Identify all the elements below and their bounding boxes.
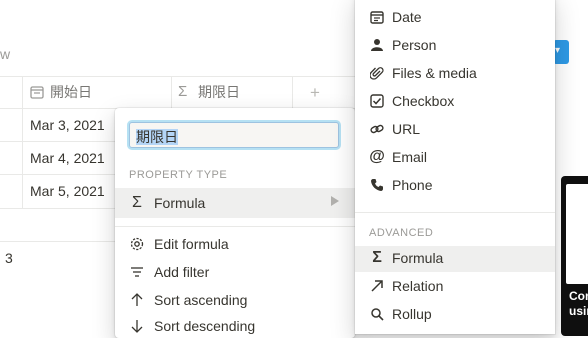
property-type-value: Formula <box>154 195 206 211</box>
sort-ascending-button[interactable]: Sort ascending <box>129 292 247 308</box>
filter-icon <box>129 264 145 280</box>
menu-item-phone[interactable]: Phone <box>369 177 432 193</box>
menu-item-rollup[interactable]: Rollup <box>369 306 432 322</box>
menu-item-label: Checkbox <box>392 93 455 109</box>
property-type-label: PROPERTY TYPE <box>129 169 228 181</box>
column-divider <box>292 76 293 108</box>
menu-item-label: Email <box>392 149 428 165</box>
search-icon <box>369 306 385 322</box>
person-icon <box>369 37 385 53</box>
table-cell-date[interactable]: Mar 3, 2021 <box>30 117 105 133</box>
column-header-label: 期限日 <box>198 84 240 100</box>
view-button[interactable]: ▾ <box>553 40 569 64</box>
add-column-button[interactable]: + <box>310 83 320 103</box>
preview-image <box>566 184 588 284</box>
menu-item-files-media[interactable]: Files & media <box>369 65 477 81</box>
menu-item-label: Date <box>392 9 422 25</box>
arrow-up-icon <box>129 292 145 308</box>
property-popup: 期限日 PROPERTY TYPE Σ Formula Edit formula… <box>115 108 355 338</box>
row-divider <box>0 208 115 209</box>
property-name-input[interactable]: 期限日 <box>129 122 339 148</box>
property-name-value: 期限日 <box>136 129 178 145</box>
divider <box>355 212 555 213</box>
menu-item-label: URL <box>392 121 421 137</box>
edit-formula-label: Edit formula <box>154 236 229 252</box>
menu-item-date[interactable]: Date <box>369 9 422 25</box>
menu-item-label: Rollup <box>392 306 432 322</box>
sort-descending-label: Sort descending <box>154 318 256 334</box>
sigma-icon: Σ <box>132 194 142 211</box>
tooltip-line: usin <box>569 304 588 318</box>
column-divider <box>22 76 23 209</box>
paperclip-icon <box>369 65 385 81</box>
property-type-menu: Date Person Files & media Checkbox URL @… <box>355 0 555 334</box>
arrow-up-right-icon <box>369 278 385 294</box>
property-type-row[interactable]: Σ Formula <box>129 194 206 211</box>
menu-item-label: Formula <box>392 250 444 266</box>
column-header-due-date[interactable]: Σ 期限日 <box>178 76 240 108</box>
view-label: w <box>0 46 11 62</box>
add-filter-button[interactable]: Add filter <box>129 264 209 280</box>
row-divider <box>0 174 115 175</box>
link-icon <box>369 121 385 137</box>
row-divider <box>0 141 115 142</box>
menu-item-label: Relation <box>392 278 444 294</box>
calendar-icon <box>30 85 44 99</box>
checkbox-icon <box>369 93 385 109</box>
advanced-section-label: ADVANCED <box>369 227 434 239</box>
row-count: 3 <box>5 250 13 266</box>
column-divider <box>171 76 172 108</box>
table-cell-date[interactable]: Mar 4, 2021 <box>30 150 105 166</box>
gear-icon <box>129 236 145 252</box>
menu-item-label: Person <box>392 37 437 53</box>
sort-descending-button[interactable]: Sort descending <box>129 318 255 334</box>
column-header-label: 開始日 <box>50 84 92 100</box>
sort-ascending-label: Sort ascending <box>154 292 248 308</box>
tooltip-line: Con <box>569 289 588 303</box>
menu-item-label: Files & media <box>392 65 477 81</box>
sigma-icon: Σ <box>372 249 382 266</box>
phone-icon <box>369 177 385 193</box>
chevron-down-icon: ▾ <box>555 45 561 56</box>
menu-item-formula[interactable]: Σ Formula <box>369 249 444 266</box>
add-filter-label: Add filter <box>154 264 210 280</box>
menu-item-checkbox[interactable]: Checkbox <box>369 93 454 109</box>
tooltip-text: Con usin <box>569 289 588 319</box>
menu-item-label: Phone <box>392 177 433 193</box>
column-header-start-date[interactable]: 開始日 <box>30 76 92 108</box>
menu-item-email[interactable]: @ Email <box>369 148 428 165</box>
table-footer-border <box>0 241 115 242</box>
menu-item-url[interactable]: URL <box>369 121 420 137</box>
arrow-down-icon <box>129 318 145 334</box>
at-icon: @ <box>369 148 385 165</box>
property-type-preview-tooltip: Con usin <box>561 176 588 336</box>
edit-formula-button[interactable]: Edit formula <box>129 236 229 252</box>
menu-item-relation[interactable]: Relation <box>369 278 443 294</box>
sigma-icon: Σ <box>178 83 188 100</box>
menu-item-person[interactable]: Person <box>369 37 436 53</box>
calendar-icon <box>369 9 385 25</box>
chevron-right-icon <box>331 196 339 206</box>
table-cell-date[interactable]: Mar 5, 2021 <box>30 183 105 199</box>
divider <box>115 226 355 227</box>
